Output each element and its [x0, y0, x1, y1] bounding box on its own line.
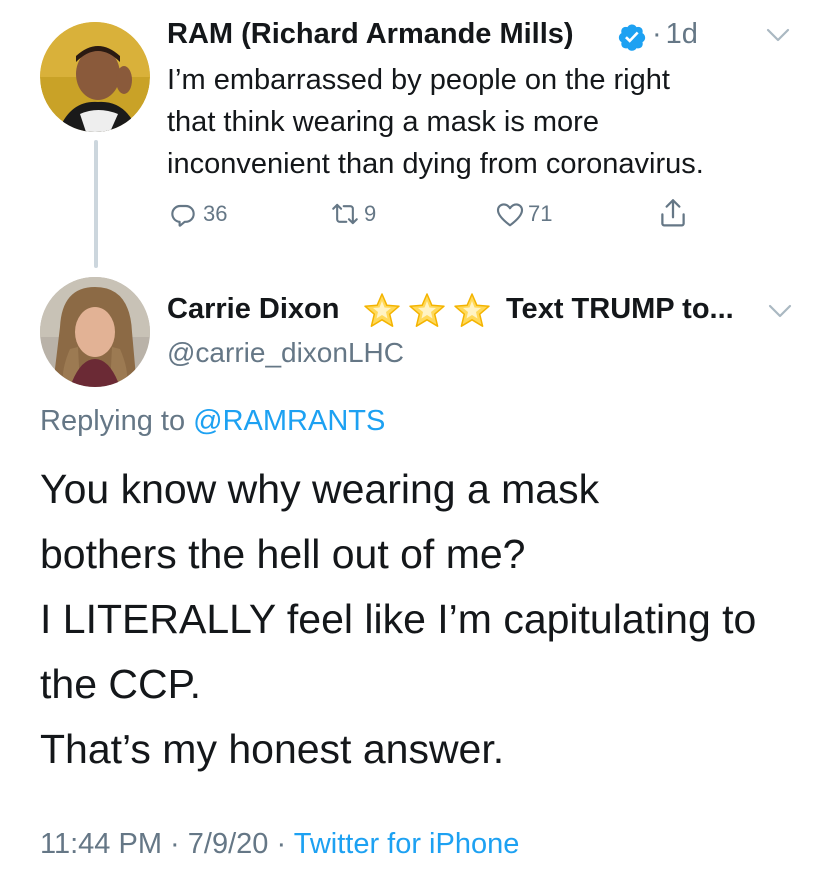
author-avatar-carrie[interactable]	[40, 277, 150, 387]
tweet2-author-name[interactable]: Carrie Dixon	[167, 293, 339, 326]
tweet1-text-line: that think wearing a mask is more	[167, 106, 599, 138]
tweet2-text: You know why wearing a mask bothers the …	[40, 457, 820, 782]
replying-to-label: Replying to	[40, 405, 186, 437]
tweet2-time[interactable]: 11:44 PM	[40, 828, 162, 860]
chevron-down-icon[interactable]	[767, 302, 793, 320]
tweet2-handle[interactable]: @carrie_dixonLHC	[167, 337, 404, 369]
verified-badge-icon	[617, 22, 647, 52]
like-count: 71	[528, 201, 553, 226]
star-emoji-group	[361, 291, 496, 331]
tweet2-name-suffix[interactable]: Text TRUMP to...	[506, 293, 734, 326]
star-emoji-icon	[364, 293, 400, 327]
replying-to-line: Replying to @RAMRANTS	[40, 405, 385, 438]
reply-count: 36	[203, 201, 228, 226]
tweet2-text-line: bothers the hell out of me?	[40, 531, 526, 577]
tweet2-text-line: the CCP.	[40, 661, 202, 707]
tweet1-separator: ·	[652, 18, 662, 50]
tweet2-text-line: You know why wearing a mask	[40, 466, 600, 512]
like-icon	[494, 198, 526, 230]
like-button[interactable]: 71	[494, 198, 552, 230]
thread-connector-line	[94, 140, 98, 268]
tweet1-text-line: inconvenient than dying from coronavirus…	[167, 148, 704, 180]
star-emoji-icon	[409, 293, 445, 327]
share-button[interactable]	[656, 196, 690, 230]
star-emoji-icon	[454, 293, 490, 327]
tweet1-text-line: I’m embarrassed by people on the right	[167, 64, 670, 96]
reply-icon	[167, 198, 199, 230]
chevron-down-icon[interactable]	[765, 26, 791, 44]
author-avatar-ram[interactable]	[40, 22, 150, 132]
share-icon	[656, 196, 690, 230]
tweet2-date[interactable]: 7/9/20	[188, 828, 269, 860]
footer-separator: ·	[170, 828, 180, 860]
tweet1-text: I’m embarrassed by people on the right t…	[167, 59, 787, 185]
retweet-button[interactable]: 9	[328, 198, 376, 230]
footer-separator: ·	[276, 828, 287, 860]
tweet2-footer: 11:44 PM · 7/9/20 · Twitter for iPhone	[40, 828, 519, 861]
tweet2-text-line: I LITERALLY feel like I’m capitulating t…	[40, 596, 757, 642]
tweet1-author-name[interactable]: RAM (Richard Armande Mills)	[167, 18, 574, 51]
replying-to-handle[interactable]: @RAMRANTS	[193, 405, 385, 437]
tweet2-text-line: That’s my honest answer.	[40, 726, 505, 772]
tweet1-timestamp[interactable]: 1d	[666, 18, 698, 50]
tweet2-source[interactable]: Twitter for iPhone	[294, 828, 520, 860]
retweet-icon	[328, 198, 362, 230]
retweet-count: 9	[364, 201, 377, 226]
reply-button[interactable]: 36	[167, 198, 227, 230]
